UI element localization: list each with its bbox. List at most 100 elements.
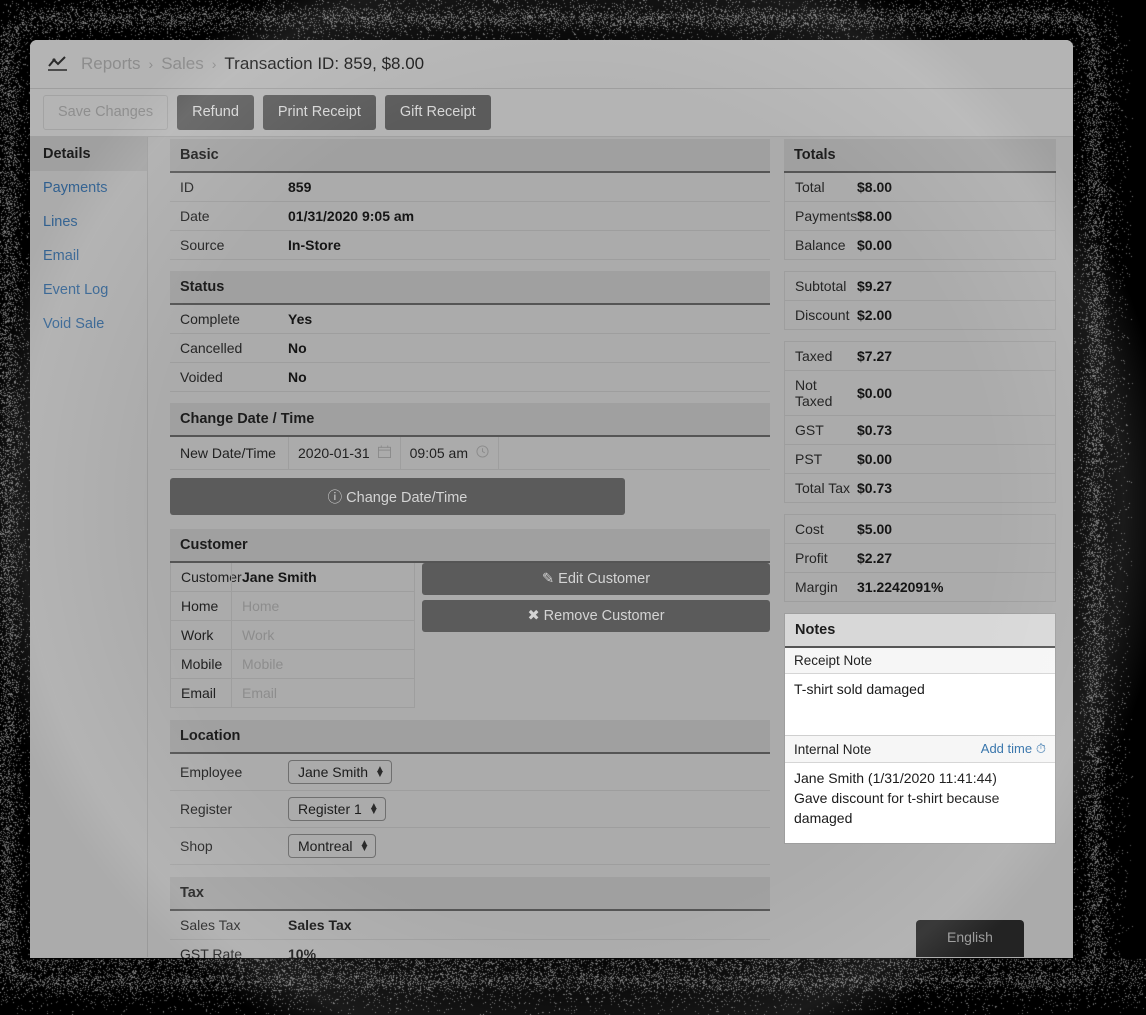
clock-icon: ⏱ [1036, 741, 1046, 756]
app-window: Reports › Sales › Transaction ID: 859, $… [30, 40, 1073, 958]
print-receipt-button[interactable]: Print Receipt [263, 95, 376, 129]
row-label: Date [170, 202, 288, 230]
row-label: Voided [170, 363, 288, 391]
table-row: Payments $8.00 [785, 202, 1055, 231]
row-value: No [288, 363, 307, 391]
list-item: Mobile Mobile [171, 650, 414, 679]
table-row: Subtotal $9.27 [785, 272, 1055, 301]
customer-home-field[interactable]: Home [231, 592, 414, 620]
table-row: Profit $2.27 [785, 544, 1055, 573]
row-label: Employee [170, 758, 288, 786]
row-value: $0.00 [857, 445, 892, 473]
row-label: Home [171, 592, 231, 620]
row-value: 31.2242091% [857, 573, 943, 601]
sidebar-item-void-sale[interactable]: Void Sale [30, 307, 147, 341]
refund-button[interactable]: Refund [177, 95, 254, 129]
row-label: Discount [785, 301, 857, 329]
add-time-link[interactable]: Add time ⏱ [981, 741, 1046, 757]
row-value: $5.00 [857, 515, 892, 543]
list-item: Work Work [171, 621, 414, 650]
remove-customer-button[interactable]: ✖ Remove Customer [422, 600, 770, 632]
shop-select[interactable]: Montreal ▲ ▼ [288, 834, 376, 858]
content-area: Basic ID 859 Date 01/31/2020 9:05 am Sou… [148, 137, 1073, 957]
row-label: Complete [170, 305, 288, 333]
row-label: Total [785, 173, 857, 201]
list-item: Customer Jane Smith [171, 563, 414, 592]
table-row: Total $8.00 [785, 173, 1055, 202]
change-datetime-button-label: Change Date/Time [346, 490, 467, 506]
save-changes-button[interactable]: Save Changes [43, 95, 168, 129]
date-input[interactable]: 2020-01-31 [288, 437, 401, 469]
sidebar-item-payments[interactable]: Payments [30, 171, 147, 205]
table-row: Cancelled No [170, 334, 770, 363]
shop-select-wrap: Montreal ▲ ▼ [288, 828, 376, 864]
row-label: Balance [785, 231, 857, 259]
row-value: $9.27 [857, 272, 892, 300]
breadcrumb-current: Transaction ID: 859, $8.00 [224, 54, 424, 74]
sidebar-item-email[interactable]: Email [30, 239, 147, 273]
row-label: Cancelled [170, 334, 288, 362]
table-row: GST $0.73 [785, 416, 1055, 445]
customer-name-field[interactable]: Jane Smith [231, 563, 414, 591]
gift-receipt-button[interactable]: Gift Receipt [385, 95, 491, 129]
sidebar-item-event-log[interactable]: Event Log [30, 273, 147, 307]
employee-select[interactable]: Jane Smith ▲ ▼ [288, 760, 392, 784]
calendar-icon[interactable] [378, 445, 391, 461]
time-input-value: 09:05 am [410, 445, 468, 461]
breadcrumb-sales[interactable]: Sales [161, 54, 204, 74]
customer-work-field[interactable]: Work [231, 621, 414, 649]
table-row: Cost $5.00 [785, 515, 1055, 544]
register-select-wrap: Register 1 ▲ ▼ [288, 791, 386, 827]
table-row: Employee Jane Smith ▲ ▼ [170, 754, 770, 791]
change-datetime-title: Change Date / Time [170, 403, 770, 437]
totals-group-tax: Taxed $7.27 Not Taxed $0.00 GST $0.73 PS… [784, 341, 1056, 503]
action-toolbar: Save Changes Refund Print Receipt Gift R… [30, 89, 1073, 137]
chevron-updown-icon: ▲ ▼ [369, 804, 379, 815]
row-label: Email [171, 679, 231, 707]
edit-customer-label: Edit Customer [558, 571, 650, 587]
screen-root: Reports › Sales › Transaction ID: 859, $… [0, 0, 1146, 1015]
location-panel: Location Employee Jane Smith ▲ ▼ Registe… [170, 720, 770, 865]
location-panel-title: Location [170, 720, 770, 754]
register-select[interactable]: Register 1 ▲ ▼ [288, 797, 386, 821]
edit-customer-button[interactable]: ✎ Edit Customer [422, 563, 770, 595]
row-label: Not Taxed [785, 371, 857, 415]
language-button[interactable]: English [916, 920, 1024, 957]
window-body: Details Payments Lines Email Event Log V… [30, 137, 1073, 957]
breadcrumb-reports[interactable]: Reports [81, 54, 141, 74]
register-select-value: Register 1 [298, 801, 362, 817]
basic-panel-title: Basic [170, 139, 770, 173]
row-value: $2.27 [857, 544, 892, 572]
pencil-icon: ✎ [542, 571, 554, 587]
row-value: $0.73 [857, 416, 892, 444]
employee-select-wrap: Jane Smith ▲ ▼ [288, 754, 392, 790]
internal-note-textarea[interactable]: Jane Smith (1/31/2020 11:41:44) Gave dis… [785, 763, 1055, 843]
row-value: $8.00 [857, 173, 892, 201]
notes-panel: Notes Receipt Note T-shirt sold damaged … [784, 613, 1056, 844]
row-label: Source [170, 231, 288, 259]
row-value: 10% [288, 940, 316, 958]
customer-actions: ✎ Edit Customer ✖ Remove Customer [422, 563, 770, 708]
receipt-note-textarea[interactable]: T-shirt sold damaged [785, 674, 1055, 736]
table-row: Discount $2.00 [785, 301, 1055, 329]
x-icon: ✖ [527, 608, 539, 624]
sidebar-item-details[interactable]: Details [30, 137, 147, 171]
tax-panel-title: Tax [170, 877, 770, 911]
customer-mobile-field[interactable]: Mobile [231, 650, 414, 678]
change-datetime-button[interactable]: ⓘ Change Date/Time [170, 478, 625, 515]
customer-fields: Customer Jane Smith Home Home Work Work [170, 563, 415, 708]
table-row: Margin 31.2242091% [785, 573, 1055, 601]
clock-icon[interactable] [476, 445, 489, 461]
row-value: $8.00 [857, 202, 892, 230]
row-value: $0.00 [857, 231, 892, 259]
table-row: Register Register 1 ▲ ▼ [170, 791, 770, 828]
sidebar-item-lines[interactable]: Lines [30, 205, 147, 239]
row-label: Customer [171, 563, 231, 591]
row-label: GST [785, 416, 857, 444]
row-label: Register [170, 795, 288, 823]
receipt-note-label: Receipt Note [794, 653, 872, 668]
time-input[interactable]: 09:05 am [401, 437, 499, 469]
table-row: Total Tax $0.73 [785, 474, 1055, 502]
list-item: Email Email [171, 679, 414, 707]
customer-email-field[interactable]: Email [231, 679, 414, 707]
